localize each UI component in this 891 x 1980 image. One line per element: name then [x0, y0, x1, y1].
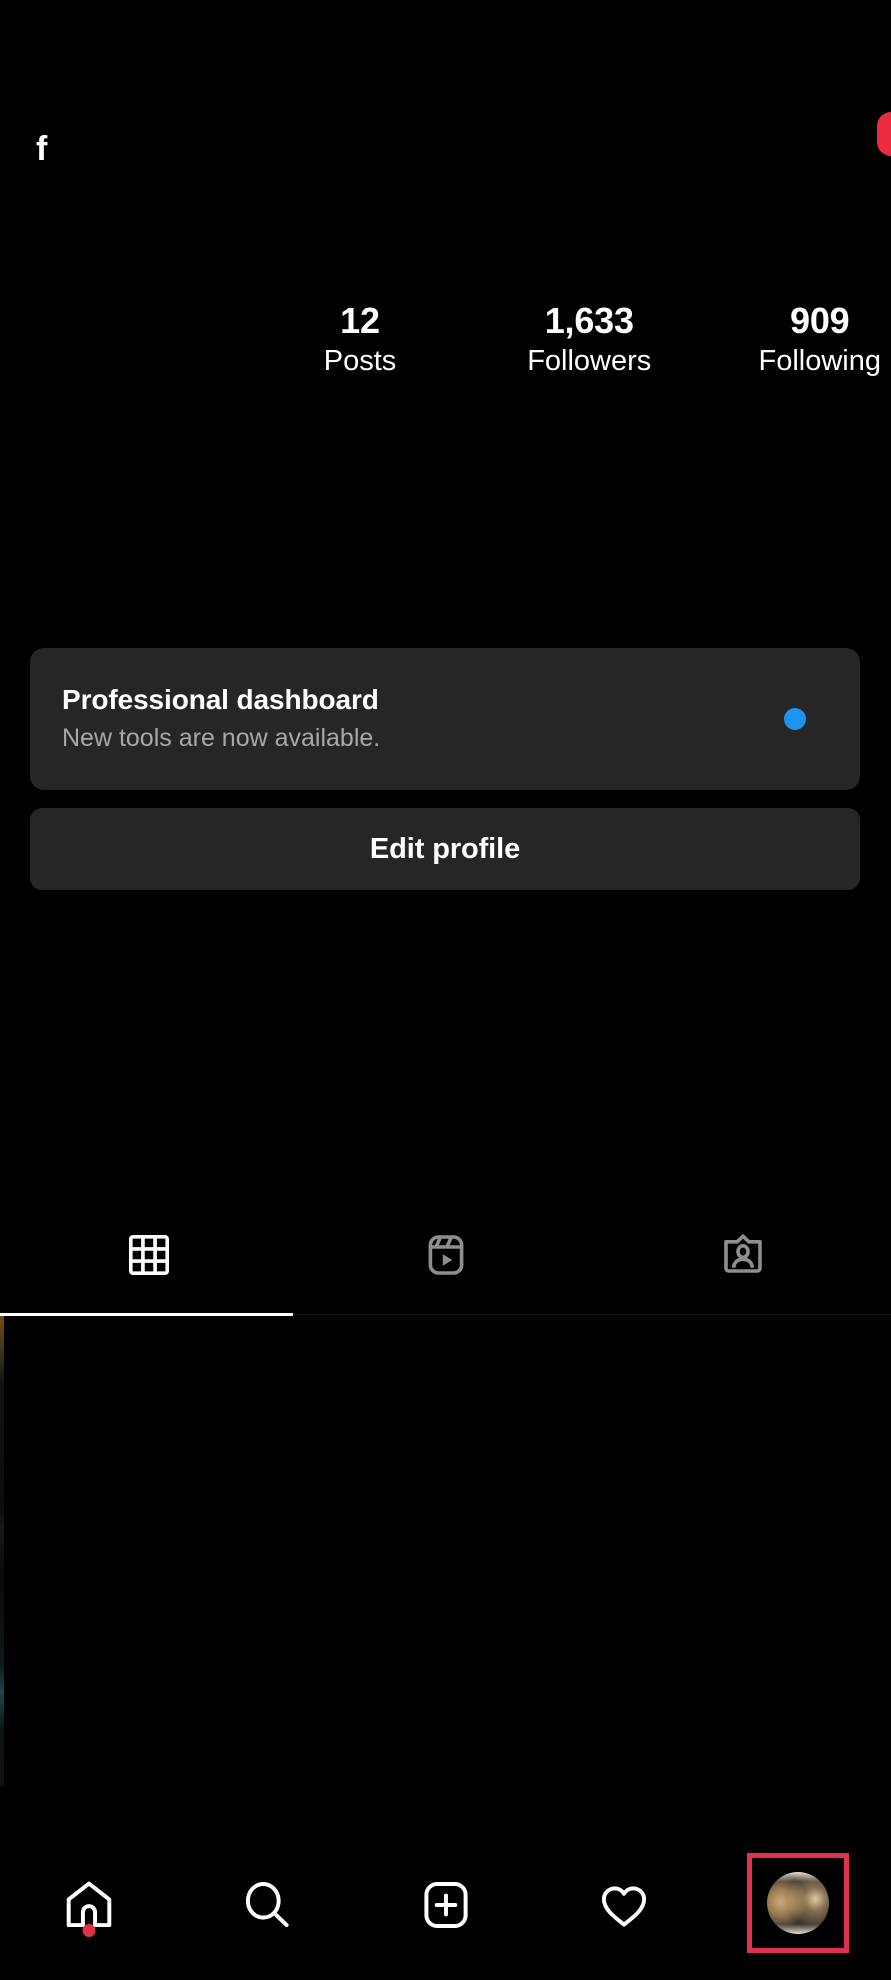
- posts-grid-area[interactable]: [0, 1316, 891, 1816]
- partial-red-badge-icon: [877, 112, 891, 156]
- stat-followers-label: Followers: [527, 345, 652, 378]
- professional-dashboard-subtitle: New tools are now available.: [62, 723, 381, 752]
- professional-dashboard-text: Professional dashboard New tools are now…: [62, 682, 784, 755]
- home-notification-badge: [82, 1924, 96, 1937]
- profile-avatar-selection-box[interactable]: [747, 1853, 849, 1953]
- stat-following-label: Following: [758, 345, 882, 378]
- nav-search[interactable]: [178, 1830, 356, 1980]
- create-icon: [418, 1877, 474, 1933]
- avatar[interactable]: [767, 1872, 829, 1934]
- blue-dot-icon: [784, 708, 806, 730]
- stat-posts-value: 12: [340, 300, 380, 341]
- nav-activity[interactable]: [535, 1830, 713, 1980]
- stat-following[interactable]: 909 Following: [759, 300, 882, 382]
- heart-icon: [596, 1877, 652, 1933]
- profile-tab-bar: [0, 1200, 891, 1310]
- tab-posts-grid[interactable]: [0, 1200, 297, 1310]
- username-text: f: [36, 132, 48, 166]
- reels-icon: [422, 1231, 470, 1279]
- professional-dashboard-card[interactable]: Professional dashboard New tools are now…: [30, 648, 860, 790]
- tagged-icon: [719, 1231, 767, 1279]
- stat-followers-value: 1,633: [544, 300, 634, 341]
- nav-create[interactable]: [356, 1830, 534, 1980]
- nav-home[interactable]: [0, 1830, 178, 1980]
- tab-tagged[interactable]: [594, 1200, 891, 1310]
- search-icon: [239, 1877, 295, 1933]
- top-header-strip: f: [0, 0, 891, 210]
- stat-posts-label: Posts: [323, 345, 397, 378]
- profile-stats-row: 12 Posts 1,633 Followers 909 Following: [300, 300, 891, 410]
- grid-icon: [126, 1232, 172, 1278]
- stat-posts[interactable]: 12 Posts: [300, 300, 420, 382]
- tab-reels[interactable]: [297, 1200, 594, 1310]
- stat-following-value: 909: [790, 300, 850, 341]
- professional-dashboard-title: Professional dashboard: [62, 684, 379, 716]
- grid-post-thumbnail[interactable]: [0, 1316, 4, 1786]
- tab-bar-divider: [293, 1314, 891, 1315]
- stat-followers[interactable]: 1,633 Followers: [527, 300, 651, 382]
- edit-profile-button[interactable]: Edit profile: [30, 808, 860, 890]
